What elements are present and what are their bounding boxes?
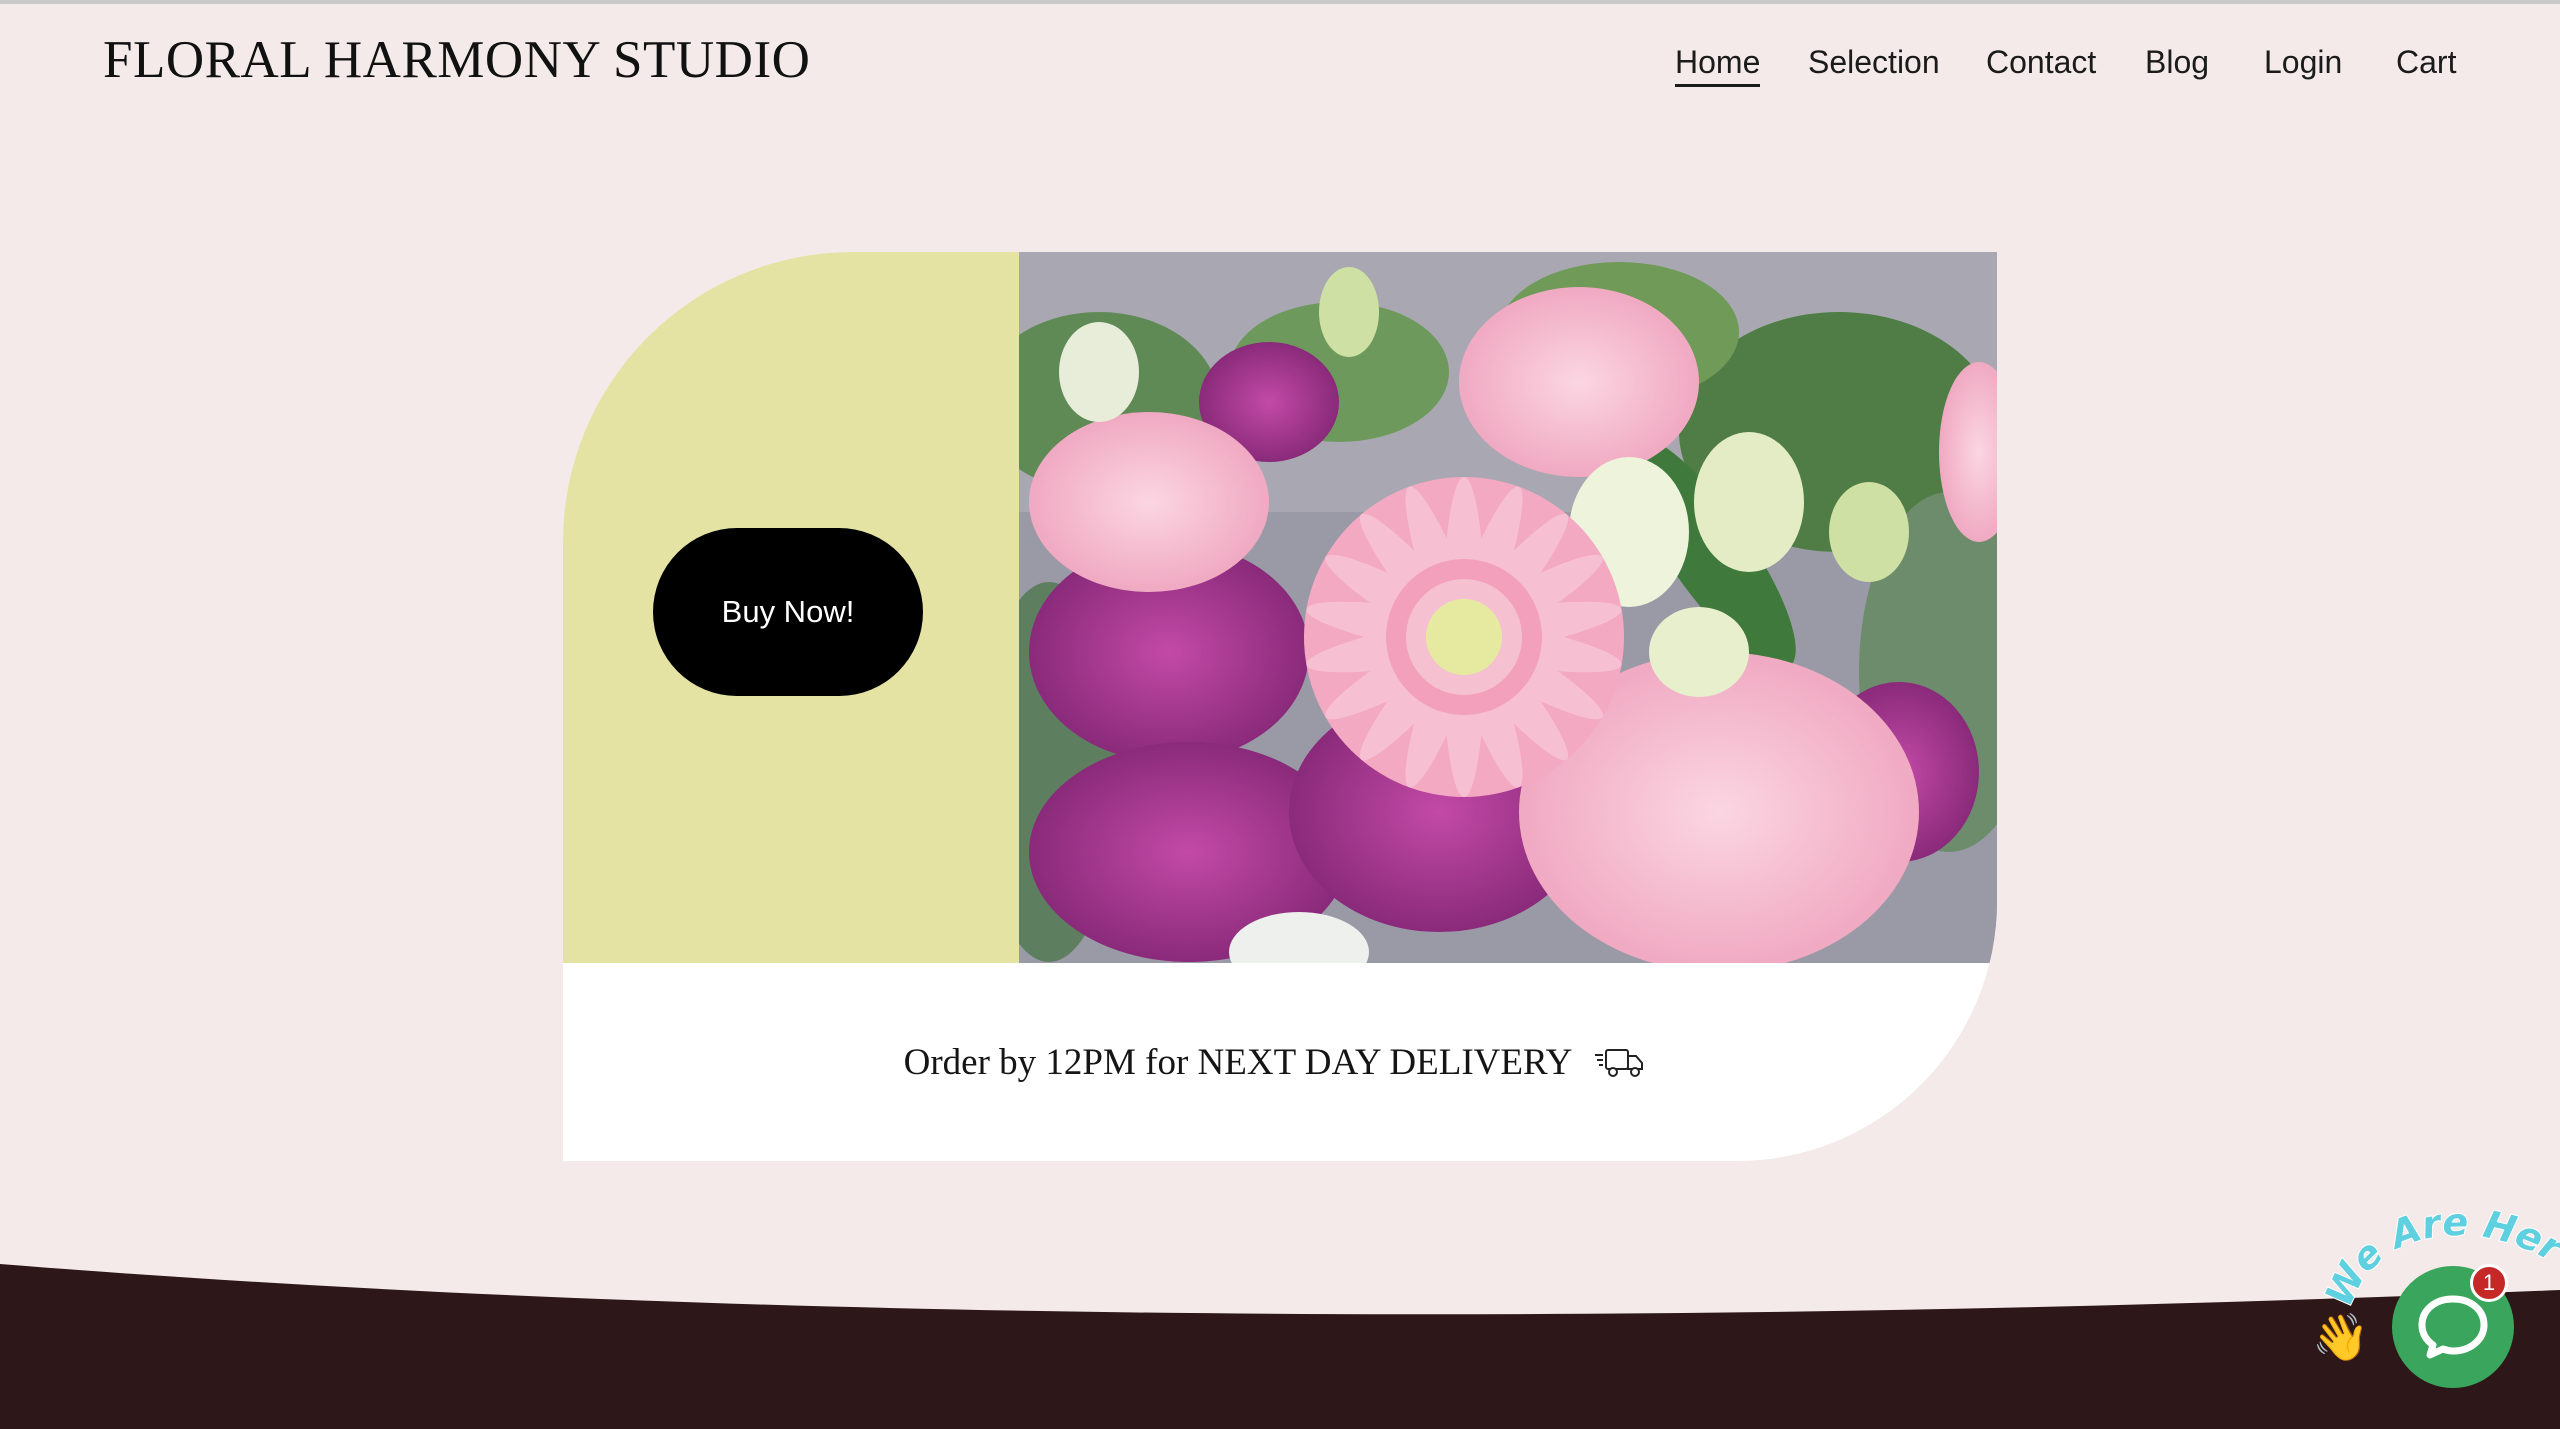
delivery-text: Order by 12PM for NEXT DAY DELIVERY <box>903 1041 1573 1083</box>
nav-contact[interactable]: Contact <box>1986 42 2096 82</box>
unread-badge: 1 <box>2470 1264 2508 1302</box>
flower-photo-illustration <box>1019 252 1997 963</box>
truck-icon <box>1595 1049 1644 1077</box>
site-header: FLORAL HARMONY STUDIO Home Selection Con… <box>0 4 2560 114</box>
hero-section: Buy Now! Order by 12PM for NEXT DAY DELI… <box>563 252 1997 1161</box>
nav-cart[interactable]: Cart <box>2396 42 2456 82</box>
nav-home[interactable]: Home <box>1675 42 1761 87</box>
chat-bubble-icon <box>2418 1295 2488 1359</box>
main-nav: Home Selection Contact Blog Login Cart <box>0 42 2560 92</box>
delivery-banner: Order by 12PM for NEXT DAY DELIVERY <box>563 963 1997 1161</box>
hero-green-panel: Buy Now! <box>563 252 1023 963</box>
buy-now-button[interactable]: Buy Now! <box>653 528 923 696</box>
chat-widget: We Are Here! 👋 1 <box>2300 1192 2560 1429</box>
hero-card: Buy Now! Order by 12PM for NEXT DAY DELI… <box>563 252 1997 1161</box>
nav-login[interactable]: Login <box>2264 42 2342 82</box>
footer-band <box>0 1264 2560 1429</box>
nav-selection[interactable]: Selection <box>1808 42 1940 82</box>
nav-blog[interactable]: Blog <box>2145 42 2209 82</box>
hero-flower-photo <box>1019 252 1997 963</box>
waving-hand-icon: 👋 <box>2312 1311 2370 1363</box>
